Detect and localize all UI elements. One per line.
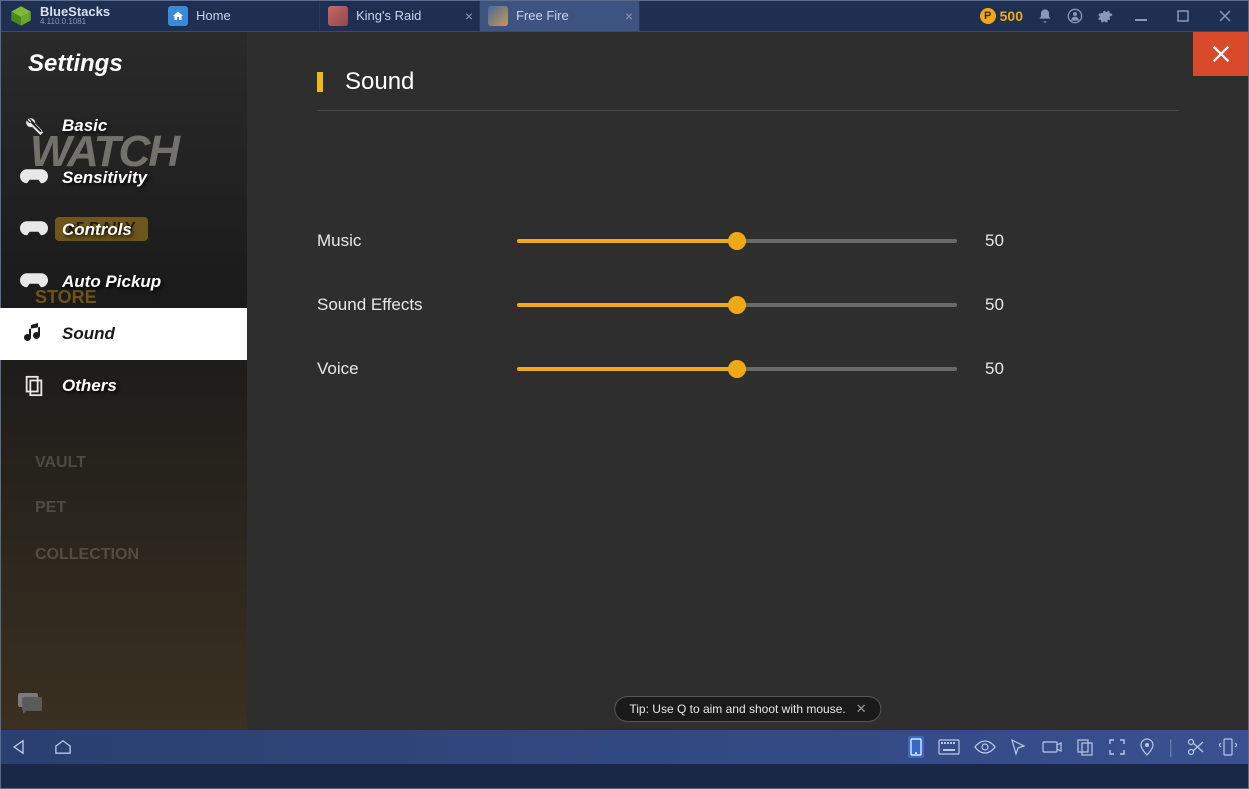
gamepad-icon: [20, 270, 48, 294]
tab-label: Home: [196, 8, 231, 23]
keyboard-icon[interactable]: [938, 739, 960, 755]
kings-raid-icon: [328, 6, 348, 26]
points-value: 500: [1000, 8, 1023, 24]
tools-icon: [20, 114, 48, 138]
android-navbar: |: [0, 730, 1249, 764]
settings-sidebar: WATCH x5 DAILY STORE LUCK ROYALE VAULT P…: [0, 32, 247, 730]
copy-icon: [20, 374, 48, 398]
slider-value: 50: [985, 295, 1025, 315]
sidebar-item-sound[interactable]: Sound: [0, 308, 247, 360]
gamepad-icon: [20, 166, 48, 190]
music-note-icon: [20, 322, 48, 346]
slider-track-music[interactable]: [517, 239, 957, 243]
slider-sound-effects: Sound Effects 50: [317, 295, 1179, 315]
bg-vault-text: VAULT: [35, 454, 86, 472]
panel-header: Sound: [317, 68, 1179, 111]
bluestacks-logo-icon: [8, 3, 34, 29]
sidebar-item-others[interactable]: Others: [0, 360, 247, 412]
mobile-icon[interactable]: [908, 736, 924, 758]
slider-value: 50: [985, 359, 1025, 379]
content-area: WATCH x5 DAILY STORE LUCK ROYALE VAULT P…: [0, 32, 1249, 730]
chat-icon[interactable]: [16, 691, 44, 720]
tip-close-icon[interactable]: ✕: [856, 701, 867, 717]
tab-label: King's Raid: [356, 8, 421, 23]
slider-label: Voice: [317, 359, 517, 379]
bell-icon[interactable]: [1037, 8, 1053, 24]
slider-label: Sound Effects: [317, 295, 517, 315]
slider-fill: [517, 239, 737, 243]
slider-fill: [517, 367, 737, 371]
sidebar-item-sensitivity[interactable]: Sensitivity: [0, 152, 247, 204]
slider-fill: [517, 303, 737, 307]
slider-thumb[interactable]: [728, 296, 746, 314]
home-nav-icon[interactable]: [52, 739, 74, 755]
slider-voice: Voice 50: [317, 359, 1179, 379]
tab-label: Free Fire: [516, 8, 569, 23]
fullscreen-icon[interactable]: [1108, 738, 1126, 756]
divider: |: [1168, 737, 1173, 758]
settings-panel: Sound Music 50 Sound Effects 50 Voi: [247, 32, 1249, 730]
free-fire-icon: [488, 6, 508, 26]
tab-home[interactable]: Home: [160, 0, 320, 31]
titlebar-right: P 500: [970, 2, 1249, 30]
menu-label: Controls: [62, 220, 132, 240]
slider-track-voice[interactable]: [517, 367, 957, 371]
slider-thumb[interactable]: [728, 232, 746, 250]
settings-title: Settings: [0, 32, 247, 100]
logo-section: BlueStacks 4.110.0.1081: [0, 3, 160, 29]
slider-label: Music: [317, 231, 517, 251]
cursor-icon[interactable]: [1010, 738, 1028, 756]
scissors-icon[interactable]: [1187, 738, 1205, 756]
slider-thumb[interactable]: [728, 360, 746, 378]
tip-text: Tip: Use Q to aim and shoot with mouse.: [629, 702, 845, 716]
tab-close-icon[interactable]: ×: [625, 8, 633, 24]
slider-track-sfx[interactable]: [517, 303, 957, 307]
menu-label: Basic: [62, 116, 107, 136]
eye-icon[interactable]: [974, 739, 996, 755]
gamepad-icon: [20, 218, 48, 242]
bg-pet-text: PET: [35, 499, 66, 517]
menu-label: Others: [62, 376, 117, 396]
sidebar-item-basic[interactable]: Basic: [0, 100, 247, 152]
shake-icon[interactable]: [1219, 737, 1237, 757]
back-icon[interactable]: [12, 739, 34, 755]
sidebar-item-controls[interactable]: Controls: [0, 204, 247, 256]
copy-nav-icon[interactable]: [1076, 738, 1094, 756]
close-panel-button[interactable]: [1193, 32, 1249, 76]
gear-icon[interactable]: [1097, 8, 1113, 24]
tab-free-fire[interactable]: Free Fire ×: [480, 0, 640, 31]
titlebar: BlueStacks 4.110.0.1081 Home King's Raid…: [0, 0, 1249, 32]
menu-label: Sound: [62, 324, 115, 344]
location-pin-icon[interactable]: [1140, 738, 1154, 756]
close-window-button[interactable]: [1211, 2, 1239, 30]
camera-icon[interactable]: [1042, 739, 1062, 755]
app-version: 4.110.0.1081: [40, 18, 110, 26]
slider-music: Music 50: [317, 231, 1179, 251]
points-display[interactable]: P 500: [980, 8, 1023, 24]
points-coin-icon: P: [980, 8, 996, 24]
menu-label: Sensitivity: [62, 168, 147, 188]
maximize-button[interactable]: [1169, 2, 1197, 30]
tab-kings-raid[interactable]: King's Raid ×: [320, 0, 480, 31]
tab-strip: Home King's Raid × Free Fire ×: [160, 0, 970, 31]
user-icon[interactable]: [1067, 8, 1083, 24]
tip-toast: Tip: Use Q to aim and shoot with mouse. …: [614, 696, 881, 722]
sidebar-item-auto-pickup[interactable]: Auto Pickup: [0, 256, 247, 308]
accent-bar: [317, 72, 323, 92]
bg-collection-text: COLLECTION: [35, 546, 139, 564]
menu-label: Auto Pickup: [62, 272, 161, 292]
home-icon: [168, 6, 188, 26]
minimize-button[interactable]: [1127, 2, 1155, 30]
panel-title: Sound: [345, 68, 414, 96]
tab-close-icon[interactable]: ×: [465, 8, 473, 24]
slider-value: 50: [985, 231, 1025, 251]
